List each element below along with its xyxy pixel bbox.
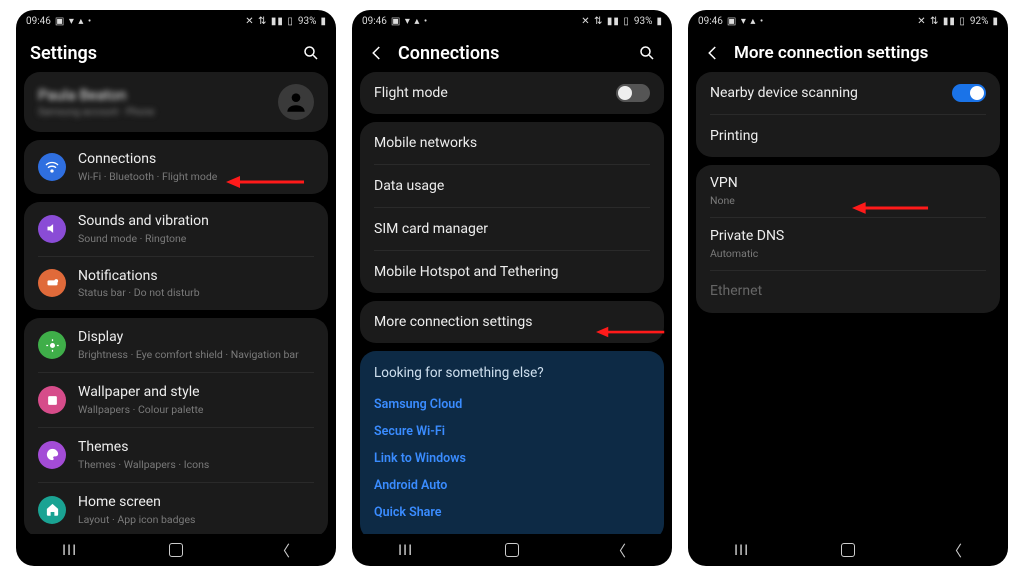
status-time: 09:46 — [362, 16, 387, 27]
menu-vpn[interactable]: VPN None — [696, 165, 1000, 217]
menu-printing[interactable]: Printing — [696, 115, 1000, 157]
bell-icon — [38, 269, 66, 297]
link-quick-share[interactable]: Quick Share — [374, 499, 650, 526]
status-time: 09:46 — [26, 16, 51, 27]
status-icons-right: ✕ ⇅ ▮▮ ▯ — [917, 16, 966, 27]
nav-bar: III 〈 — [688, 534, 1008, 566]
status-time: 09:46 — [698, 16, 723, 27]
link-android-auto[interactable]: Android Auto — [374, 472, 650, 499]
menu-ethernet: Ethernet — [696, 271, 1000, 313]
link-link-windows[interactable]: Link to Windows — [374, 445, 650, 472]
search-icon[interactable] — [636, 42, 658, 64]
header: More connection settings — [688, 32, 1008, 72]
speaker-icon — [38, 215, 66, 243]
menu-nearby-scanning[interactable]: Nearby device scanning — [696, 72, 1000, 114]
menu-hotspot[interactable]: Mobile Hotspot and Tethering — [360, 251, 664, 293]
status-bar: 09:46 ▣ ▾ ▴ • ✕ ⇅ ▮▮ ▯ 92%▮ — [688, 10, 1008, 32]
search-icon[interactable] — [300, 42, 322, 64]
nav-bar: III 〈 — [16, 534, 336, 566]
back-icon[interactable] — [366, 42, 388, 64]
page-title: More connection settings — [734, 43, 994, 63]
status-battery: 92% — [970, 16, 989, 27]
status-bar: 09:46 ▣ ▾ ▴ • ✕ ⇅ ▮▮ ▯ 93%▮ — [16, 10, 336, 32]
page-title: Settings — [30, 43, 290, 64]
nav-home[interactable] — [505, 543, 519, 557]
menu-sounds[interactable]: Sounds and vibration Sound mode · Ringto… — [24, 202, 328, 256]
status-icons-right: ✕ ⇅ ▮▮ ▯ — [245, 16, 294, 27]
status-icons-left: ▣ ▾ ▴ • — [727, 16, 764, 27]
page-title: Connections — [398, 43, 626, 64]
nav-back[interactable]: 〈 — [611, 540, 626, 561]
home-icon — [38, 496, 66, 524]
menu-private-dns[interactable]: Private DNS Automatic — [696, 218, 1000, 270]
palette-icon — [38, 441, 66, 469]
flight-mode-toggle[interactable] — [616, 84, 650, 102]
looking-for-title: Looking for something else? — [374, 365, 650, 381]
screen-more-connection: 09:46 ▣ ▾ ▴ • ✕ ⇅ ▮▮ ▯ 92%▮ More connectio… — [688, 10, 1008, 566]
menu-mobile-networks[interactable]: Mobile networks — [360, 122, 664, 164]
menu-more-connection-settings[interactable]: More connection settings — [360, 301, 664, 343]
nav-recents[interactable]: III — [734, 541, 749, 559]
header: Connections — [352, 32, 672, 72]
menu-sim[interactable]: SIM card manager — [360, 208, 664, 250]
screen-connections: 09:46 ▣ ▾ ▴ • ✕ ⇅ ▮▮ ▯ 93%▮ Connections Fl… — [352, 10, 672, 566]
status-icons-left: ▣ ▾ ▴ • — [55, 16, 92, 27]
battery-icon: ▮ — [656, 16, 662, 27]
brightness-icon — [38, 331, 66, 359]
looking-for-card: Looking for something else? Samsung Clou… — [360, 351, 664, 534]
battery-icon: ▮ — [320, 16, 326, 27]
menu-themes[interactable]: Themes Themes · Wallpapers · Icons — [24, 428, 328, 482]
profile-name: Paula Beaton — [38, 86, 154, 104]
menu-home-screen[interactable]: Home screen Layout · App icon badges — [24, 483, 328, 534]
nav-home[interactable] — [169, 543, 183, 557]
wifi-icon — [38, 153, 66, 181]
back-icon[interactable] — [702, 42, 724, 64]
profile-sub: Samsung account · Phone — [38, 107, 154, 118]
menu-display[interactable]: Display Brightness · Eye comfort shield … — [24, 318, 328, 372]
status-battery: 93% — [634, 16, 653, 27]
menu-wallpaper[interactable]: Wallpaper and style Wallpapers · Colour … — [24, 373, 328, 427]
nav-back[interactable]: 〈 — [947, 540, 962, 561]
nav-back[interactable]: 〈 — [275, 540, 290, 561]
link-samsung-cloud[interactable]: Samsung Cloud — [374, 391, 650, 418]
menu-flight-mode[interactable]: Flight mode — [360, 72, 664, 114]
header: Settings — [16, 32, 336, 72]
battery-icon: ▮ — [992, 16, 998, 27]
status-icons-right: ✕ ⇅ ▮▮ ▯ — [581, 16, 630, 27]
menu-connections[interactable]: Connections Wi-Fi · Bluetooth · Flight m… — [24, 140, 328, 194]
avatar-icon — [278, 84, 314, 120]
status-bar: 09:46 ▣ ▾ ▴ • ✕ ⇅ ▮▮ ▯ 93%▮ — [352, 10, 672, 32]
nav-recents[interactable]: III — [398, 541, 413, 559]
nav-recents[interactable]: III — [62, 541, 77, 559]
wallpaper-icon — [38, 386, 66, 414]
link-secure-wifi[interactable]: Secure Wi-Fi — [374, 418, 650, 445]
menu-notifications[interactable]: Notifications Status bar · Do not distur… — [24, 257, 328, 311]
profile-card[interactable]: Paula Beaton Samsung account · Phone — [24, 72, 328, 132]
menu-data-usage[interactable]: Data usage — [360, 165, 664, 207]
status-icons-left: ▣ ▾ ▴ • — [391, 16, 428, 27]
screen-settings: 09:46 ▣ ▾ ▴ • ✕ ⇅ ▮▮ ▯ 93%▮ Settings Paula… — [16, 10, 336, 566]
nav-bar: III 〈 — [352, 534, 672, 566]
nav-home[interactable] — [841, 543, 855, 557]
nearby-scanning-toggle[interactable] — [952, 84, 986, 102]
status-battery: 93% — [298, 16, 317, 27]
